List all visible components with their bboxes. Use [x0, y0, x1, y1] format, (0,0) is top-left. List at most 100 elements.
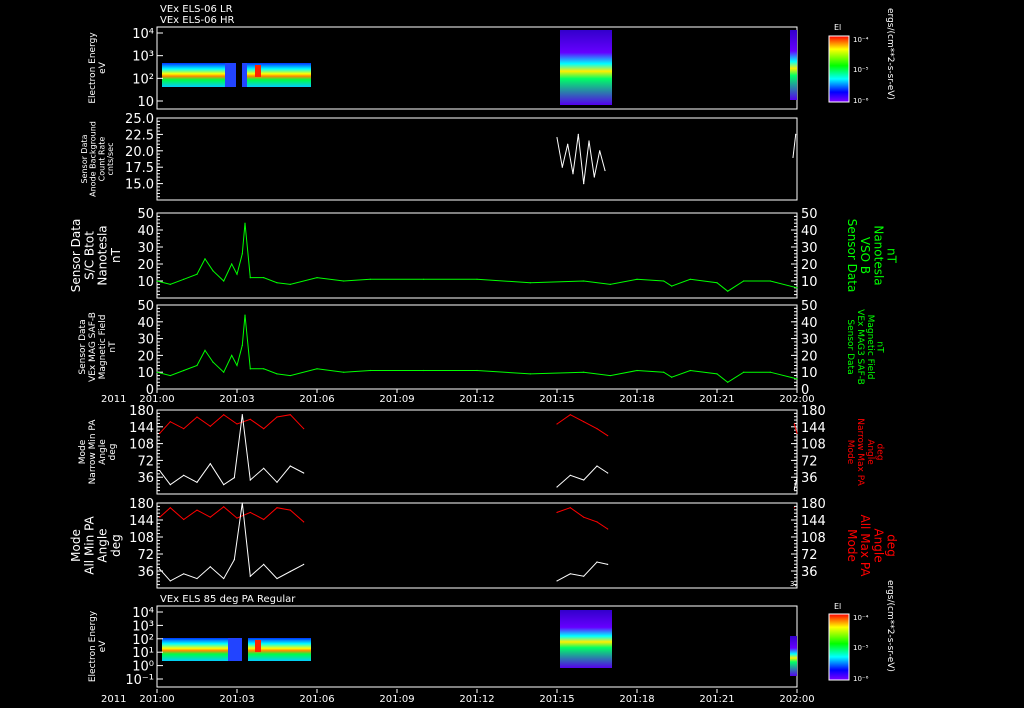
y-tick-label: 10² — [132, 72, 154, 87]
y-tick-label-right: 108 — [801, 531, 826, 546]
colorbar-bottom-tick-3: 10⁻⁶ — [853, 675, 869, 683]
y-axis-right-title-line: Magnetic Field — [865, 315, 875, 380]
y-tick-label: 15.0 — [125, 178, 154, 193]
time-tick-label: 201:06 — [299, 694, 334, 705]
y-axis-title-line: All Min PA — [82, 515, 96, 574]
y-tick-label-right: 144 — [801, 514, 826, 529]
y-tick-label-right: 50 — [801, 207, 818, 222]
y-tick-label: 40 — [137, 316, 154, 331]
data-point — [609, 374, 611, 377]
y-axis-title-line: Sensor Data — [69, 219, 83, 293]
header-line-2: VEx ELS-06 HR — [160, 15, 235, 26]
y-tick-label: 108 — [129, 438, 154, 453]
y-tick-label: 144 — [129, 421, 154, 436]
data-point — [583, 575, 585, 577]
data-point — [212, 361, 214, 363]
data-point — [263, 368, 265, 370]
figure-canvas: VEx ELS-06 LR VEx ELS-06 HR VEx ELS 85 d… — [0, 0, 1024, 708]
spectrogram-bottom-hotspot — [255, 640, 261, 652]
data-point — [159, 516, 161, 518]
y-tick-label: 36 — [137, 565, 154, 580]
y-tick-label-right: 10 — [801, 366, 818, 381]
spectrogram-bottom-band-2 — [560, 610, 612, 668]
y-axis-title-line: Sensor Data — [80, 134, 89, 183]
data-point — [263, 277, 265, 279]
y-tick-label-right: 144 — [801, 421, 826, 436]
y-axis-title-line: Mode — [78, 439, 88, 464]
y-axis-right-title-line: deg — [885, 534, 899, 557]
data-point — [743, 371, 745, 373]
data-point — [303, 563, 305, 565]
data-point — [607, 563, 609, 565]
y-tick-label: 36 — [137, 471, 154, 486]
spectrogram-bottom-gap — [228, 638, 244, 661]
y-axis-title-line: nT — [109, 247, 123, 263]
data-point — [249, 511, 251, 514]
data-point — [567, 143, 569, 145]
y-tick-label-right: 20 — [801, 349, 818, 364]
data-point — [689, 369, 691, 372]
data-point — [236, 423, 238, 425]
spectrogram-bottom-band-3 — [790, 636, 797, 676]
y-axis-title-line: Sensor Data — [78, 319, 88, 374]
data-point — [196, 577, 198, 580]
data-point — [276, 507, 278, 509]
data-point — [276, 416, 278, 418]
data-point — [769, 280, 771, 282]
data-point — [223, 371, 225, 373]
data-point — [236, 273, 238, 275]
y-tick-label: 0 — [146, 383, 154, 398]
time-tick-label: 201:12 — [459, 394, 494, 405]
data-point — [231, 263, 233, 265]
data-point — [671, 376, 673, 378]
data-point — [727, 290, 729, 292]
data-point — [796, 378, 798, 380]
data-point — [636, 278, 638, 280]
y-tick-label: 180 — [129, 404, 154, 419]
data-point — [223, 484, 225, 486]
data-point — [289, 509, 291, 511]
data-point — [244, 314, 246, 316]
data-point — [263, 428, 265, 430]
y-axis-title-line: Count Rate — [97, 137, 106, 182]
data-point — [159, 470, 161, 472]
data-point — [249, 575, 251, 577]
data-point — [796, 477, 798, 479]
data-point — [183, 369, 185, 372]
colorbar-top-bar — [828, 35, 850, 103]
time-tick-label: 201:21 — [699, 394, 734, 405]
y-axis-title-line: cnts/sec — [106, 143, 115, 176]
data-point — [156, 280, 158, 282]
data-point — [556, 486, 558, 488]
y-axis-title-line: eV — [98, 640, 108, 653]
data-point — [209, 566, 211, 568]
y-axis-title-line: S/C Btot — [82, 231, 96, 280]
data-point — [588, 140, 590, 142]
data-point — [596, 561, 598, 563]
data-point — [276, 282, 278, 284]
y-tick-label: 30 — [137, 241, 154, 256]
data-point — [169, 374, 171, 377]
data-point — [241, 253, 243, 255]
data-point — [169, 421, 171, 423]
data-point — [743, 280, 745, 282]
data-point — [793, 488, 795, 490]
data-point — [303, 428, 305, 430]
data-point — [289, 570, 291, 573]
y-axis-title-line: Electron Energy — [88, 32, 98, 104]
data-point — [204, 349, 206, 351]
data-point — [223, 506, 225, 508]
y-axis-right-title-line: nT — [885, 248, 899, 264]
data-point — [593, 176, 595, 178]
data-point — [289, 374, 291, 377]
data-point — [769, 371, 771, 373]
time-tick-label: 201:15 — [539, 694, 574, 705]
y-axis-right-title-line: Angle — [871, 528, 885, 562]
data-point — [583, 479, 585, 481]
time-tick-label: 202:00 — [779, 694, 814, 705]
y-tick-label-right: 36 — [801, 471, 818, 486]
y-tick-label-right: 72 — [801, 548, 818, 563]
data-point — [276, 373, 278, 375]
data-point — [556, 423, 558, 425]
y-tick-label: 25.0 — [125, 112, 154, 127]
